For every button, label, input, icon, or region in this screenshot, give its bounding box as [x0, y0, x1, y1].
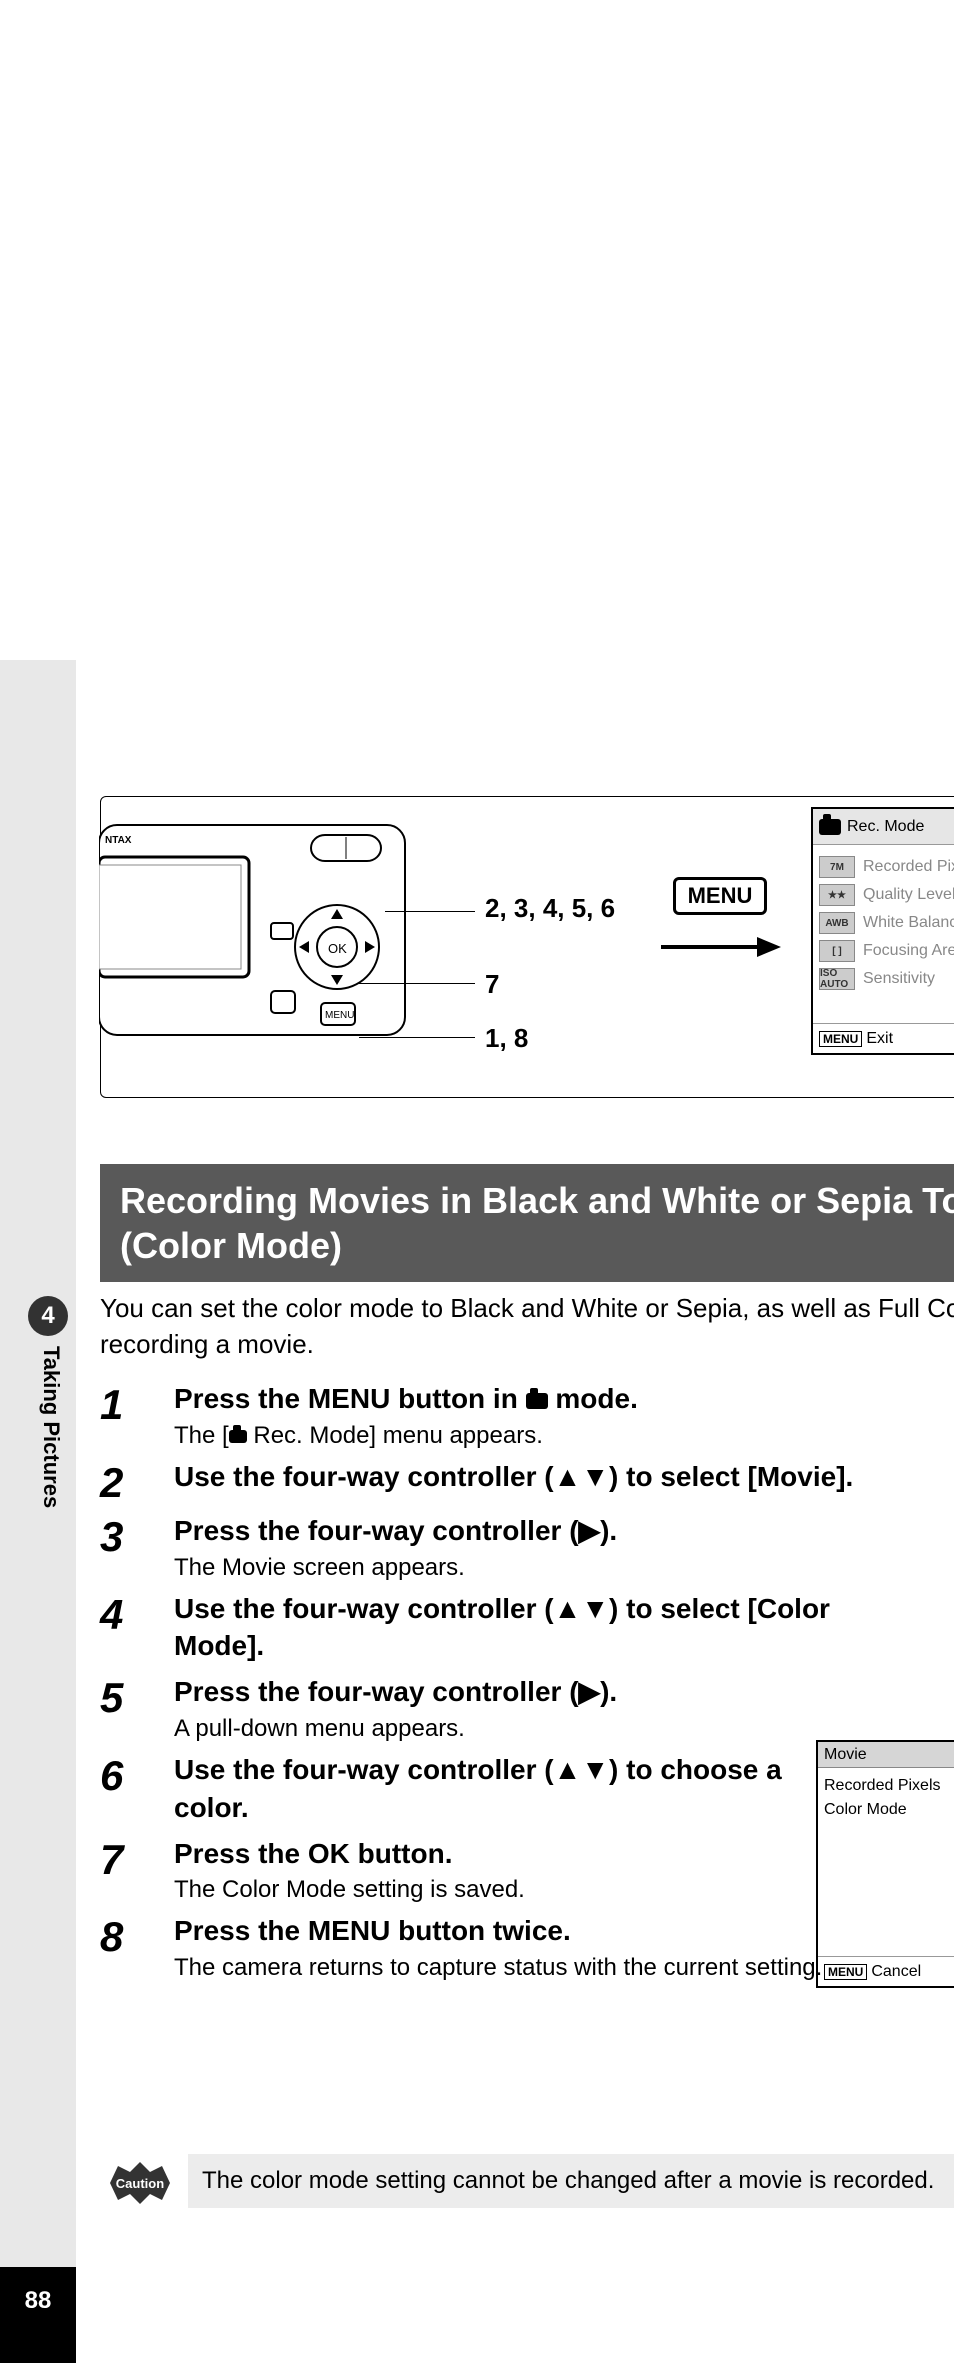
- step-number: 8: [100, 1912, 174, 1982]
- ok-button-text: OK: [308, 1838, 350, 1869]
- menu-button-text: MENU: [308, 1915, 390, 1946]
- lcd2-recorded-pixels-label: Recorded Pixels: [824, 1777, 954, 1795]
- lcd1-menu-row: 7M Recorded Pixels: [819, 853, 954, 881]
- lcd1-menu-row: ISO AUTO Sensitivity: [819, 965, 954, 993]
- lcd1-menu-row: ★★ Quality Level: [819, 881, 954, 909]
- lcd1-title: Rec. Mode: [847, 818, 924, 836]
- lcd1-menu-row: [ ] Focusing Area: [819, 937, 954, 965]
- step-number: 7: [100, 1835, 174, 1905]
- lcd1-badge: 7M: [819, 856, 855, 878]
- step-number: 3: [100, 1512, 174, 1582]
- menu-tag: MENU: [824, 1964, 867, 1980]
- side-tab-label: Taking Pictures: [34, 1346, 64, 1646]
- step-number: 1: [100, 1380, 174, 1450]
- lcd1-row-label: Focusing Area: [863, 942, 954, 960]
- step-5: 5 Press the four-way controller (▶). A p…: [100, 1673, 954, 1743]
- arrow-right-icon: [661, 937, 781, 957]
- diagram-panel: NTAX OK MENU 2, 3, 4, 5, 6 7 1, 8 MENU: [100, 796, 954, 1098]
- callout-step-7: 7: [485, 969, 499, 1000]
- step-3: 3 Press the four-way controller (▶). The…: [100, 1512, 954, 1582]
- lcd1-badge: AWB: [819, 912, 855, 934]
- step-4: 4 Use the four-way controller (▲▼) to se…: [100, 1590, 954, 1666]
- intro-paragraph: You can set the color mode to Black and …: [100, 1290, 954, 1363]
- camera-rear-illustration: NTAX OK MENU: [99, 817, 409, 1043]
- chapter-number-badge: 4: [28, 1296, 68, 1336]
- svg-text:OK: OK: [328, 941, 347, 956]
- step-2: 2 Use the four-way controller (▲▼) to se…: [100, 1458, 954, 1504]
- svg-text:NTAX: NTAX: [105, 835, 132, 846]
- lcd1-badge: ★★: [819, 884, 855, 906]
- camera-icon: [526, 1393, 548, 1409]
- step-number: 6: [100, 1751, 174, 1827]
- callout-steps-1-8: 1, 8: [485, 1023, 528, 1054]
- lcd1-row-label: Quality Level: [863, 886, 954, 904]
- lcd-movie-menu: Movie Recorded Pixels 640 Color Mode Ful…: [816, 1740, 954, 1988]
- step-number: 2: [100, 1458, 174, 1504]
- camera-icon: [819, 819, 841, 835]
- lcd1-menu-row: AWB White Balance: [819, 909, 954, 937]
- caution-note: Caution The color mode setting cannot be…: [100, 2154, 954, 2213]
- menu-button-icon: MENU: [673, 877, 767, 915]
- menu-button-text: MENU: [308, 1383, 390, 1414]
- lcd-rec-mode-menu: Rec. Mode 1/3 ▶ Xi ▼ 7MRecorded Pixels★★…: [811, 807, 954, 1055]
- svg-text:Caution: Caution: [116, 2176, 164, 2191]
- callout-steps-2-6: 2, 3, 4, 5, 6: [485, 893, 645, 924]
- svg-text:MENU: MENU: [325, 1010, 354, 1021]
- lcd1-badge: ISO AUTO: [819, 968, 855, 990]
- lcd2-color-mode-label: Color Mode: [824, 1801, 954, 1819]
- menu-tag: MENU: [819, 1031, 862, 1047]
- caution-text: The color mode setting cannot be changed…: [188, 2154, 954, 2208]
- lcd2-tab: Movie: [818, 1742, 954, 1768]
- step-number: 4: [100, 1590, 174, 1666]
- section-heading: Recording Movies in Black and White or S…: [100, 1164, 954, 1282]
- lcd1-badge: [ ]: [819, 940, 855, 962]
- lcd1-row-label: Recorded Pixels: [863, 858, 954, 876]
- lcd1-footer-label: Exit: [866, 1030, 893, 1048]
- lcd1-row-label: Sensitivity: [863, 970, 935, 988]
- caution-icon: Caution: [100, 2154, 180, 2213]
- lcd1-row-label: White Balance: [863, 914, 954, 932]
- camera-icon: [229, 1430, 247, 1443]
- lcd2-cancel-label: Cancel: [871, 1963, 921, 1980]
- step-number: 5: [100, 1673, 174, 1743]
- step-1: 1 Press the MENU button in mode. The [ R…: [100, 1380, 954, 1450]
- page-number: 88: [0, 2267, 76, 2363]
